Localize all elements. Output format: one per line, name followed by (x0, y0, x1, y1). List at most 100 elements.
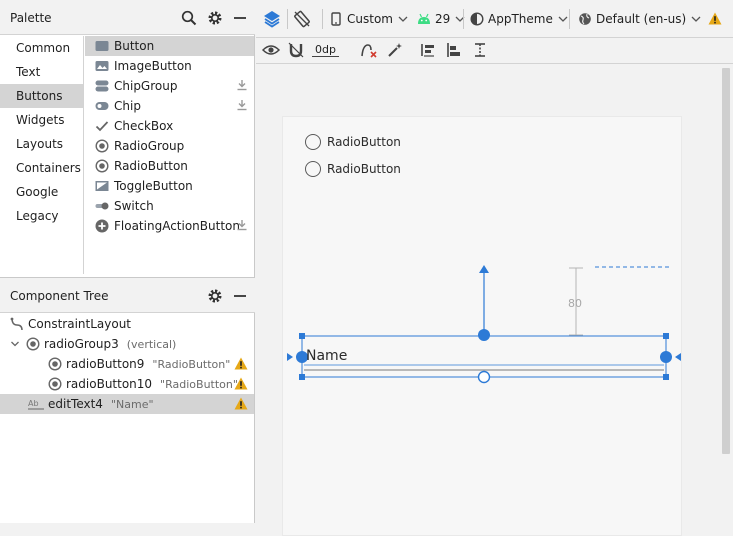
palette-category-containers[interactable]: Containers (0, 156, 83, 180)
eye-icon[interactable] (262, 43, 280, 57)
margin-label: 80 (568, 297, 582, 310)
download-icon[interactable] (236, 79, 248, 91)
tree-node-radio-group3[interactable]: radioGroup3 (vertical) (0, 334, 254, 354)
palette-item-check-box[interactable]: CheckBox (85, 116, 254, 136)
palette-item-label: RadioGroup (114, 139, 185, 153)
tree-node-name: ConstraintLayout (28, 317, 132, 331)
palette-item-label: RadioButton (114, 159, 188, 173)
palette-item-label: ToggleButton (114, 179, 193, 193)
constraint-toolbar: 0dp (256, 38, 733, 64)
palette-item-toggle-button[interactable]: ToggleButton (85, 176, 254, 196)
chip-group-icon (95, 79, 109, 93)
minimize-icon[interactable] (230, 286, 250, 306)
layers-icon[interactable] (262, 9, 282, 29)
radio-button-icon (48, 357, 62, 371)
orientation-icon[interactable] (293, 10, 311, 28)
palette-item-label: ImageButton (114, 59, 192, 73)
component-tree-panel: Component Tree ConstraintLayout radioGrou… (0, 277, 255, 523)
download-icon (237, 220, 247, 231)
design-toolbar: Custom 29 AppTheme Default (en-us) (256, 0, 733, 38)
download-icon[interactable] (236, 219, 248, 231)
chevron-down-icon[interactable] (10, 339, 20, 349)
chevron-down-icon (558, 16, 568, 22)
pack-icon[interactable] (420, 42, 436, 58)
vertical-scrollbar[interactable] (722, 68, 730, 454)
locale-dropdown[interactable]: Default (en-us) (578, 12, 701, 26)
palette-category-text[interactable]: Text (0, 60, 83, 84)
palette-item-image-button[interactable]: ImageButton (85, 56, 254, 76)
checkbox-icon (95, 119, 109, 133)
palette-item-chip-group[interactable]: ChipGroup (85, 76, 254, 96)
tree-node-radio-button10[interactable]: radioButton10 "RadioButton" (0, 374, 254, 394)
chip-icon (95, 99, 109, 113)
guidelines-icon[interactable] (472, 42, 488, 58)
palette-category-legacy[interactable]: Legacy (0, 204, 83, 228)
palette-item-label: FloatingActionButton (114, 219, 240, 233)
palette-category-layouts[interactable]: Layouts (0, 132, 83, 156)
device-dropdown[interactable]: Custom (331, 12, 408, 26)
palette-item-radio-button[interactable]: RadioButton (85, 156, 254, 176)
theme-icon (470, 12, 484, 26)
palette-category-common[interactable]: Common (0, 36, 83, 60)
palette-title: Palette (10, 11, 52, 25)
palette-item-label: ChipGroup (114, 79, 178, 93)
palette-item-button[interactable]: Button (85, 36, 254, 56)
palette-item-radio-group[interactable]: RadioGroup (85, 136, 254, 156)
palette-widget-list: Button ImageButton ChipGroup Chip CheckBox Ra… (85, 36, 254, 274)
palette-category-widgets[interactable]: Widgets (0, 108, 83, 132)
palette-panel: Palette Common Text Buttons Widgets Layouts C… (0, 0, 255, 277)
palette-category-buttons[interactable]: Buttons (0, 84, 83, 108)
palette-item-label: CheckBox (114, 119, 174, 133)
magic-wand-icon[interactable] (387, 42, 403, 58)
gear-icon[interactable] (205, 8, 225, 28)
fab-icon (95, 219, 109, 233)
minimize-icon[interactable] (230, 8, 250, 28)
locale-label: Default (en-us) (596, 12, 687, 26)
toolbar-separator (287, 9, 288, 29)
warning-icon[interactable] (234, 377, 248, 390)
palette-item-floating-action-button[interactable]: FloatingActionButton (85, 216, 254, 236)
tree-node-detail: "RadioButton" (152, 357, 231, 371)
theme-label: AppTheme (488, 12, 553, 26)
palette-item-label: Button (114, 39, 155, 53)
theme-dropdown[interactable]: AppTheme (470, 12, 568, 26)
palette-header: Palette (0, 0, 255, 35)
palette-category-google[interactable]: Google (0, 180, 83, 204)
download-icon (237, 80, 247, 91)
gear-icon[interactable] (205, 286, 225, 306)
android-icon (418, 13, 430, 24)
palette-item-label: Switch (114, 199, 154, 213)
tree-node-edit-text4[interactable]: Ab editText4 "Name" (0, 394, 254, 414)
warning-icon[interactable] (234, 397, 248, 410)
button-icon (95, 39, 109, 53)
default-margin-field[interactable]: 0dp (312, 43, 339, 57)
chevron-down-icon (691, 16, 701, 22)
chevron-down-icon (398, 16, 408, 22)
align-icon[interactable] (446, 42, 462, 58)
tree-node-name: radioButton9 (66, 357, 145, 371)
clear-constraints-icon[interactable] (360, 42, 378, 58)
component-tree-title: Component Tree (10, 289, 109, 303)
palette-item-label: Chip (114, 99, 141, 113)
palette-categories: Common Text Buttons Widgets Layouts Container… (0, 36, 84, 274)
warning-icon[interactable] (234, 357, 248, 370)
search-icon[interactable] (179, 8, 199, 28)
palette-item-switch[interactable]: Switch (85, 196, 254, 216)
toolbar-separator (569, 9, 570, 29)
palette-item-chip[interactable]: Chip (85, 96, 254, 116)
api-level-dropdown[interactable]: 29 (417, 12, 465, 26)
download-icon (237, 100, 247, 111)
tree-node-constraint-layout[interactable]: ConstraintLayout (0, 314, 254, 334)
radio-button-icon (95, 159, 109, 173)
tree-node-radio-button9[interactable]: radioButton9 "RadioButton" (0, 354, 254, 374)
edit-text-name[interactable]: Name (306, 348, 347, 364)
design-surface[interactable]: RadioButton RadioButton 80 Name (256, 64, 733, 536)
magnet-icon[interactable] (288, 42, 304, 58)
device-label: Custom (347, 12, 393, 26)
toolbar-separator (463, 9, 464, 29)
toolbar-separator (322, 9, 323, 29)
download-icon[interactable] (236, 99, 248, 111)
image-button-icon (95, 59, 109, 73)
toggle-button-icon (95, 179, 109, 193)
warning-icon[interactable] (708, 12, 722, 25)
